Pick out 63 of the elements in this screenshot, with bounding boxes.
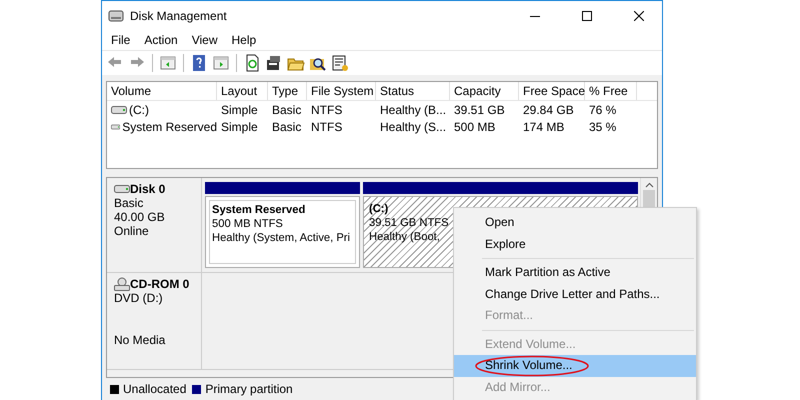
- table-cell: Basic: [272, 102, 302, 116]
- disk-status: Online: [114, 224, 150, 238]
- table-cell: Healthy (B...: [380, 102, 446, 116]
- column-header[interactable]: Volume: [107, 82, 217, 100]
- column-header[interactable]: % Free: [585, 82, 637, 100]
- partition-status: Healthy (Boot,: [369, 230, 440, 244]
- table-cell: 174 MB: [523, 120, 564, 134]
- drive-icon: [111, 104, 127, 114]
- partition-name: (C:): [369, 202, 388, 216]
- context-menu-item[interactable]: Open: [454, 212, 696, 234]
- column-header[interactable]: File System: [307, 82, 376, 100]
- table-cell: NTFS: [311, 120, 342, 134]
- window-title: Disk Management: [130, 8, 228, 22]
- table-cell: Simple: [221, 102, 258, 116]
- table-cell: 76 %: [589, 102, 616, 116]
- context-menu-item[interactable]: Shrink Volume...: [454, 355, 696, 376]
- partition-size: 39.51 GB NTFS: [369, 216, 449, 230]
- table-cell: (C:): [129, 102, 149, 116]
- disk-app-icon: [108, 8, 124, 24]
- table-cell: System Reserved: [122, 120, 217, 134]
- drive-icon: [111, 122, 120, 132]
- table-cell: 29.84 GB: [523, 102, 574, 116]
- disk-label-panel[interactable]: CD-ROM 0 DVD (D:) No Media: [107, 273, 202, 369]
- partition-name: System Reserved: [212, 203, 306, 217]
- table-cell: Basic: [272, 120, 302, 134]
- table-cell: Simple: [221, 120, 258, 134]
- column-header[interactable]: Free Space: [519, 82, 585, 100]
- table-cell: NTFS: [311, 102, 342, 116]
- context-menu-item[interactable]: Change Drive Letter and Paths...: [454, 284, 696, 305]
- help-icon[interactable]: [190, 54, 208, 72]
- column-header[interactable]: Status: [376, 82, 450, 100]
- column-header[interactable]: Capacity: [450, 82, 519, 100]
- partition-size: 500 MB NTFS: [212, 217, 283, 231]
- disk-size: 40.00 GB: [114, 210, 166, 224]
- drive-icon: [114, 184, 130, 194]
- window-pane-icon[interactable]: [159, 54, 177, 72]
- disk-name: Disk 0: [130, 182, 166, 196]
- window-pane-icon[interactable]: [212, 54, 230, 72]
- context-menu-item[interactable]: Explore: [454, 234, 696, 255]
- cd-drive-icon: [114, 277, 130, 291]
- disk-label-panel[interactable]: Disk 0 Basic 40.00 GB Online: [107, 178, 202, 272]
- table-cell: 39.51 GB: [454, 102, 505, 116]
- disk-type: DVD (D:): [114, 291, 164, 305]
- disk-status: No Media: [114, 333, 166, 347]
- table-cell: 500 MB: [454, 120, 496, 134]
- partition-block[interactable]: System Reserved 500 MB NTFS Healthy (System, Active, Pri: [205, 196, 360, 268]
- disk-type: Basic: [114, 196, 144, 210]
- partition-status: Healthy (System, Active, Pri: [212, 231, 350, 245]
- disk-name: CD-ROM 0: [130, 277, 190, 291]
- table-cell: 35 %: [589, 120, 616, 134]
- menu-item[interactable]: Help: [224, 33, 264, 47]
- menu-item[interactable]: File: [104, 33, 138, 47]
- context-menu-item[interactable]: Mark Partition as Active: [454, 262, 696, 284]
- column-header[interactable]: Type: [268, 82, 307, 100]
- table-cell: Healthy (S...: [380, 120, 446, 134]
- menu-item[interactable]: View: [184, 33, 224, 47]
- legend-label: Primary partition: [205, 382, 293, 396]
- legend-label: Unallocated: [123, 382, 186, 396]
- column-header[interactable]: Layout: [217, 82, 268, 100]
- scroll-up-icon[interactable]: [644, 182, 654, 188]
- maximize-icon: [582, 10, 592, 20]
- close-icon: [634, 10, 644, 20]
- menu-item[interactable]: Action: [137, 33, 185, 47]
